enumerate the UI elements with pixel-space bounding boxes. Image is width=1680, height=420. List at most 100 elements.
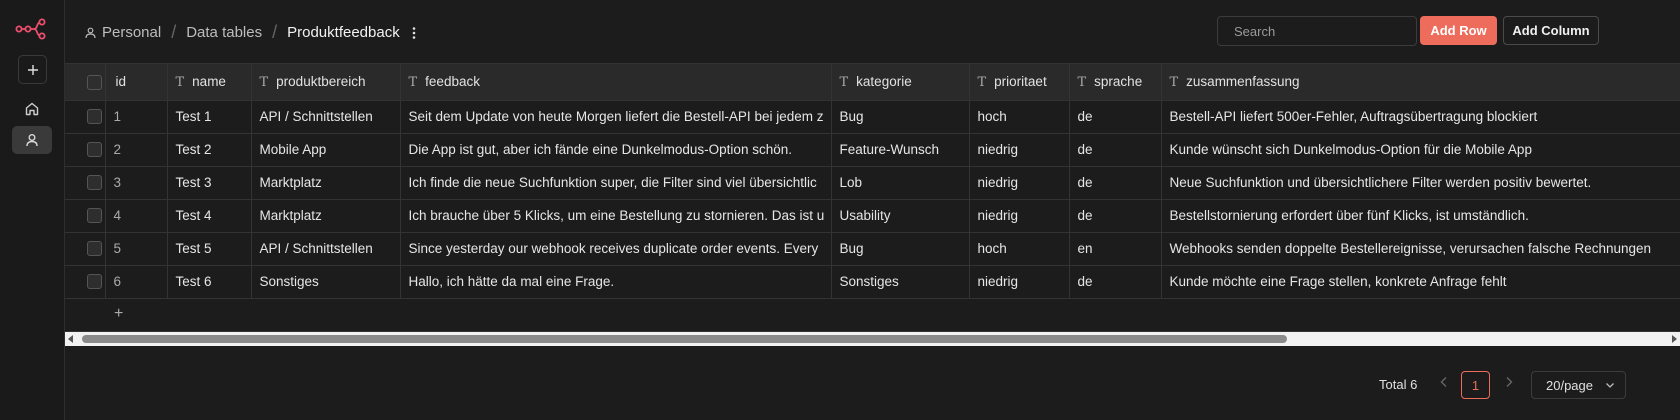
cell-kategorie[interactable]: Usability <box>831 199 970 233</box>
prev-page-icon[interactable] <box>1440 375 1448 391</box>
cell-feedback[interactable]: Hallo, ich hätte da mal eine Frage. <box>400 265 832 299</box>
row-checkbox[interactable] <box>87 142 102 158</box>
page-number[interactable]: 1 <box>1461 371 1490 399</box>
cell-produktbereich[interactable]: API / Schnittstellen <box>251 100 401 134</box>
table-row[interactable]: 4 Test 4 Marktplatz Ich brauche über 5 Klic… <box>65 199 1680 233</box>
column-header-feedback[interactable]: Tfeedback <box>400 64 832 101</box>
cell-feedback[interactable]: Ich brauche über 5 Klicks, um eine Beste… <box>400 199 832 233</box>
kebab-icon[interactable] <box>412 26 416 40</box>
row-checkbox[interactable] <box>87 208 102 224</box>
page-title[interactable]: Produktfeedback <box>287 24 400 41</box>
cell-produktbereich[interactable]: API / Schnittstellen <box>251 232 401 266</box>
add-row-inline[interactable]: + <box>65 299 1680 332</box>
cell-id[interactable]: 5 <box>105 232 168 266</box>
cell-produktbereich[interactable]: Marktplatz <box>251 166 401 200</box>
cell-zusammenfassung[interactable]: Webhooks senden doppelte Bestellereignis… <box>1161 232 1680 266</box>
row-select-cell <box>65 133 106 167</box>
table-row[interactable]: 3 Test 3 Marktplatz Ich finde die neue Such… <box>65 166 1680 200</box>
cell-name[interactable]: Test 3 <box>167 166 252 200</box>
home-icon <box>25 102 39 116</box>
search-box[interactable] <box>1217 16 1417 46</box>
cell-sprache[interactable]: de <box>1069 133 1162 167</box>
cell-prioritaet[interactable]: hoch <box>969 100 1070 134</box>
scroll-left-icon[interactable] <box>68 335 73 343</box>
cell-kategorie[interactable]: Lob <box>831 166 970 200</box>
row-checkbox[interactable] <box>87 109 102 125</box>
cell-produktbereich[interactable]: Marktplatz <box>251 199 401 233</box>
table-row[interactable]: 1 Test 1 API / Schnittstellen Seit dem Upda… <box>65 100 1680 134</box>
breadcrumb-data-tables[interactable]: Data tables <box>186 24 262 41</box>
scrollbar-thumb[interactable] <box>82 335 1287 343</box>
cell-sprache[interactable]: de <box>1069 265 1162 299</box>
logo-icon[interactable] <box>15 18 47 40</box>
cell-kategorie[interactable]: Bug <box>831 232 970 266</box>
cell-kategorie[interactable]: Feature-Wunsch <box>831 133 970 167</box>
column-header-id[interactable]: id <box>105 64 168 101</box>
cell-feedback[interactable]: Ich finde die neue Suchfunktion super, d… <box>400 166 832 200</box>
cell-feedback[interactable]: Seit dem Update von heute Morgen liefert… <box>400 100 832 134</box>
row-checkbox[interactable] <box>87 175 102 191</box>
cell-kategorie[interactable]: Bug <box>831 100 970 134</box>
plus-icon[interactable]: + <box>114 305 123 323</box>
cell-produktbereich[interactable]: Mobile App <box>251 133 401 167</box>
table-row[interactable]: 5 Test 5 API / Schnittstellen Since yesterd… <box>65 232 1680 266</box>
table-row[interactable]: 6 Test 6 Sonstiges Hallo, ich hätte da mal … <box>65 265 1680 299</box>
column-header-kategorie[interactable]: Tkategorie <box>831 64 970 101</box>
column-header-prioritaet[interactable]: Tprioritaet <box>969 64 1070 101</box>
cell-zusammenfassung[interactable]: Bestell-API liefert 500er-Fehler, Auftra… <box>1161 100 1680 134</box>
cell-prioritaet[interactable]: hoch <box>969 232 1070 266</box>
chevron-down-icon <box>1605 378 1615 393</box>
left-rail <box>0 0 65 420</box>
cell-id[interactable]: 3 <box>105 166 168 200</box>
cell-name[interactable]: Test 5 <box>167 232 252 266</box>
cell-sprache[interactable]: en <box>1069 232 1162 266</box>
row-checkbox[interactable] <box>87 241 102 257</box>
cell-prioritaet[interactable]: niedrig <box>969 199 1070 233</box>
cell-prioritaet[interactable]: niedrig <box>969 166 1070 200</box>
breadcrumb-personal[interactable]: Personal <box>102 24 161 41</box>
cell-feedback[interactable]: Die App ist gut, aber ich fände eine Dun… <box>400 133 832 167</box>
add-column-button[interactable]: Add Column <box>1503 16 1599 45</box>
next-page-icon[interactable] <box>1505 375 1513 391</box>
nav-personal[interactable] <box>12 126 52 154</box>
add-button[interactable] <box>18 55 47 84</box>
cell-feedback[interactable]: Since yesterday our webhook receives dup… <box>400 232 832 266</box>
cell-id[interactable]: 6 <box>105 265 168 299</box>
cell-name[interactable]: Test 6 <box>167 265 252 299</box>
cell-prioritaet[interactable]: niedrig <box>969 265 1070 299</box>
row-checkbox[interactable] <box>87 274 102 290</box>
column-header-zusammenfassung[interactable]: Tzusammenfassung <box>1161 64 1680 101</box>
search-input[interactable] <box>1234 23 1410 39</box>
page-size-select[interactable]: 20/page <box>1531 371 1626 399</box>
cell-prioritaet[interactable]: niedrig <box>969 133 1070 167</box>
column-header-produktbereich[interactable]: Tproduktbereich <box>251 64 401 101</box>
add-row-button[interactable]: Add Row <box>1420 16 1497 45</box>
cell-sprache[interactable]: de <box>1069 166 1162 200</box>
cell-name[interactable]: Test 2 <box>167 133 252 167</box>
person-icon <box>85 27 96 39</box>
nav-home[interactable] <box>12 95 52 123</box>
cell-zusammenfassung[interactable]: Kunde wünscht sich Dunkelmodus-Option fü… <box>1161 133 1680 167</box>
cell-id[interactable]: 4 <box>105 199 168 233</box>
select-all-checkbox[interactable] <box>87 74 102 90</box>
cell-zusammenfassung[interactable]: Neue Suchfunktion und übersichtlichere F… <box>1161 166 1680 200</box>
column-header-name[interactable]: Tname <box>167 64 252 101</box>
row-select-cell <box>65 232 106 266</box>
cell-produktbereich[interactable]: Sonstiges <box>251 265 401 299</box>
cell-id[interactable]: 1 <box>105 100 168 134</box>
cell-name[interactable]: Test 1 <box>167 100 252 134</box>
cell-zusammenfassung[interactable]: Kunde möchte eine Frage stellen, konkret… <box>1161 265 1680 299</box>
cell-zusammenfassung[interactable]: Bestellstornierung erfordert über fünf K… <box>1161 199 1680 233</box>
horizontal-scrollbar[interactable] <box>65 332 1680 346</box>
scroll-right-icon[interactable] <box>1672 335 1677 343</box>
cell-sprache[interactable]: de <box>1069 100 1162 134</box>
plus-icon <box>27 64 38 75</box>
column-header-sprache[interactable]: Tsprache <box>1069 64 1162 101</box>
table-row[interactable]: 2 Test 2 Mobile App Die App ist gut, aber i… <box>65 133 1680 167</box>
text-type-icon: T <box>977 74 987 90</box>
cell-name[interactable]: Test 4 <box>167 199 252 233</box>
text-type-icon: T <box>259 74 269 90</box>
cell-sprache[interactable]: de <box>1069 199 1162 233</box>
cell-id[interactable]: 2 <box>105 133 168 167</box>
cell-kategorie[interactable]: Sonstiges <box>831 265 970 299</box>
